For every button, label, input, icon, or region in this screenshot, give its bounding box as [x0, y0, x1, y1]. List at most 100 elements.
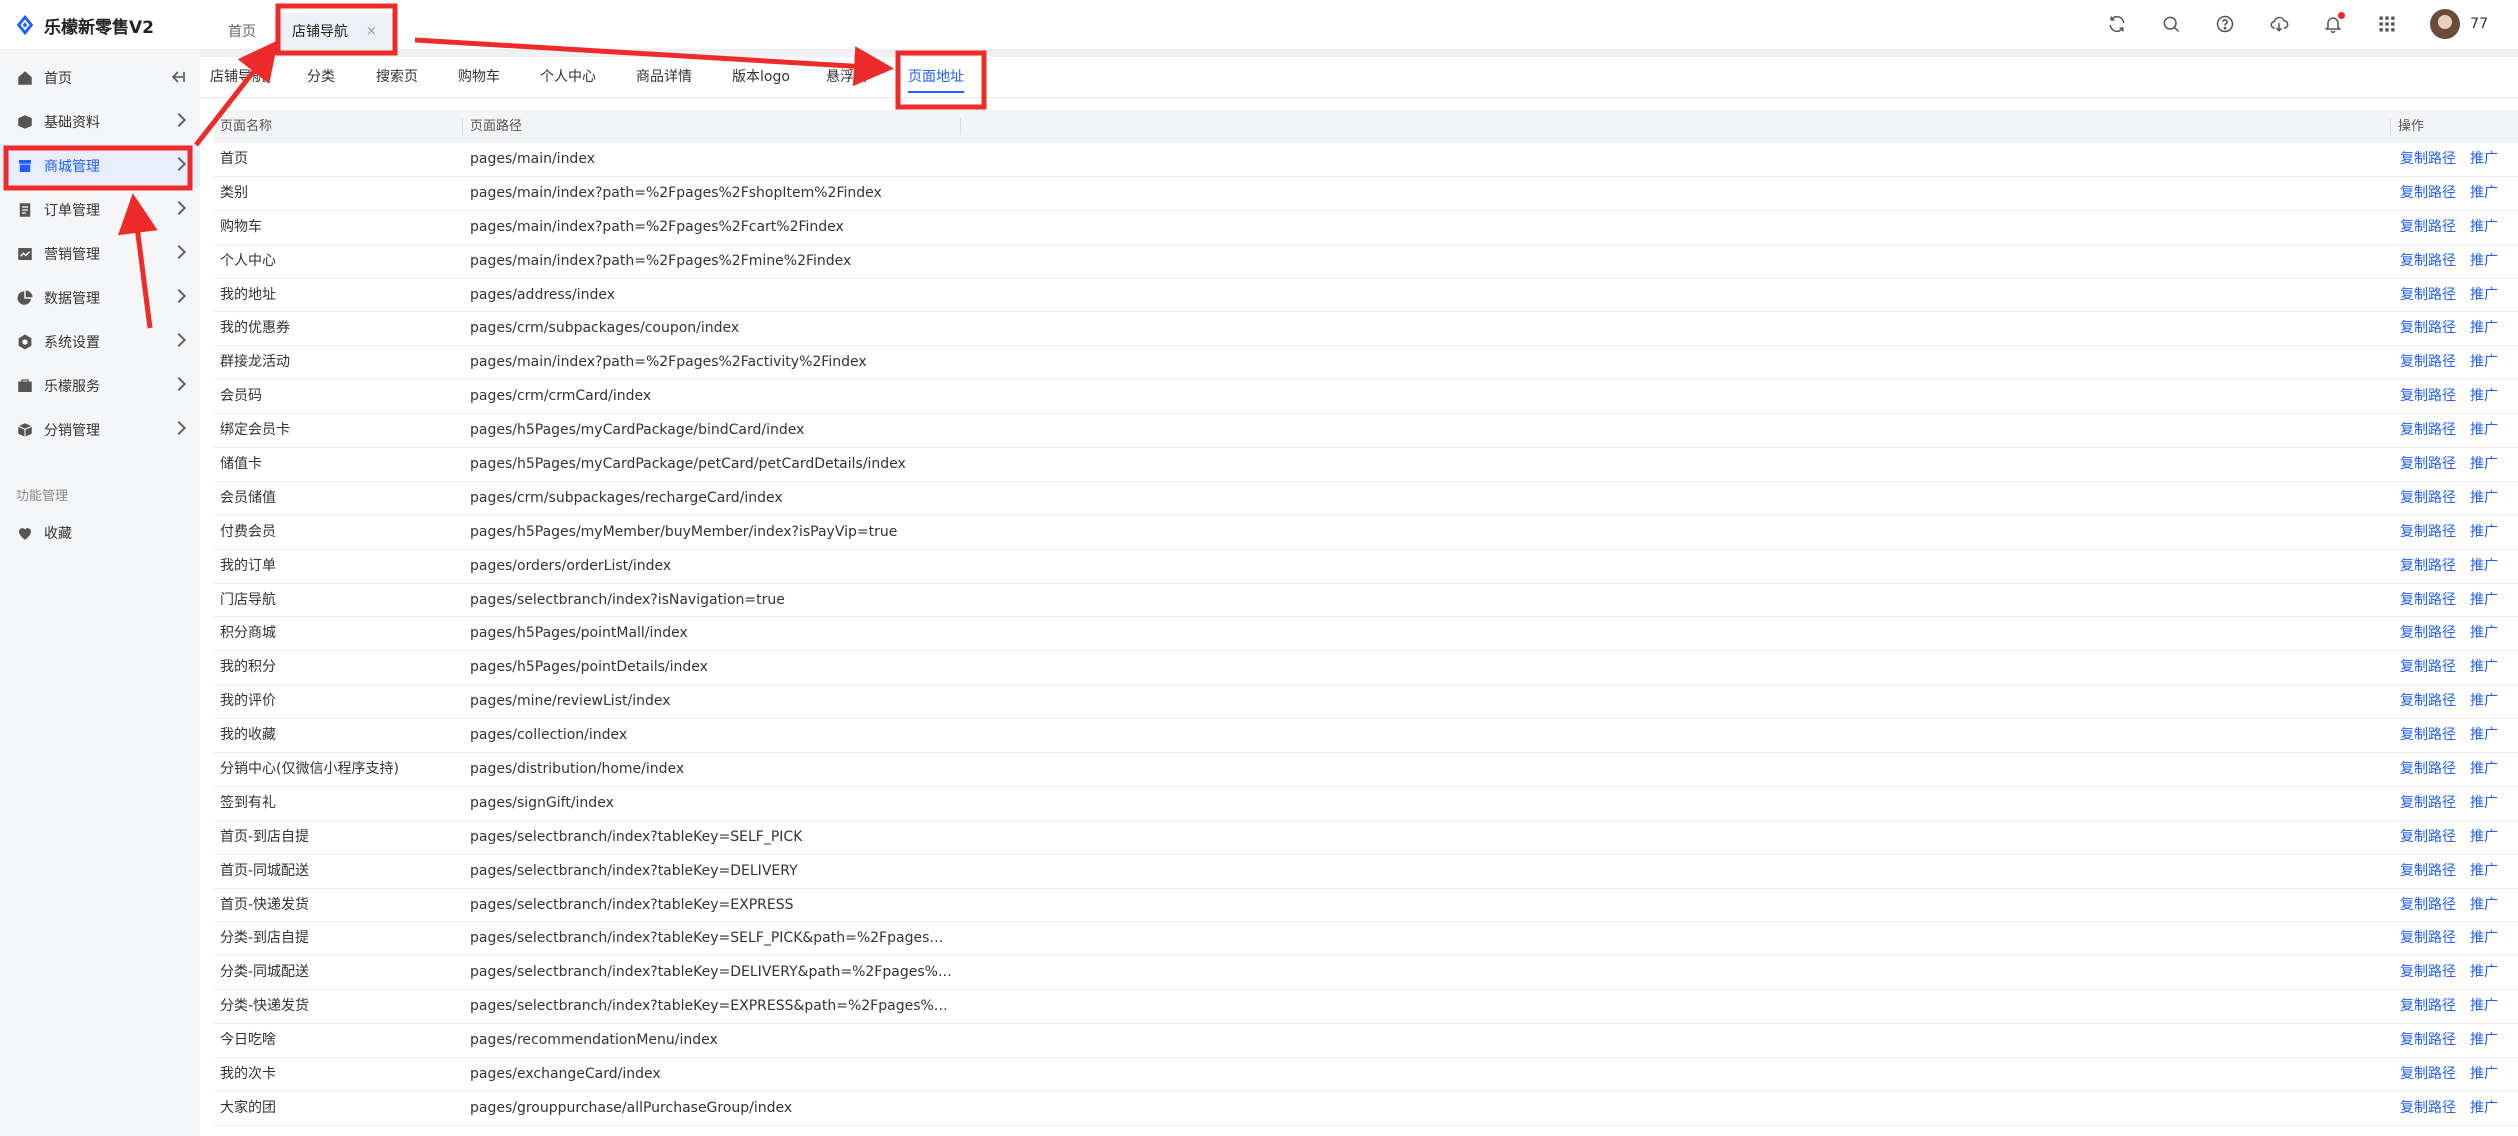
copy-path-link[interactable]: 复制路径: [2400, 1032, 2456, 1048]
sidebar-item-distribution[interactable]: 分销管理: [0, 408, 200, 452]
promote-link[interactable]: 推广: [2470, 1032, 2498, 1048]
promote-link[interactable]: 推广: [2470, 219, 2498, 235]
apps-grid-icon[interactable]: [2376, 13, 2398, 35]
copy-path-link[interactable]: 复制路径: [2400, 354, 2456, 370]
sidebar-item-basic-data[interactable]: 基础资料: [0, 100, 200, 144]
subtab-store-navigation[interactable]: 店铺导航: [210, 57, 266, 97]
copy-path-link[interactable]: 复制路径: [2400, 185, 2456, 201]
copy-path-link[interactable]: 复制路径: [2400, 693, 2456, 709]
copy-path-link[interactable]: 复制路径: [2400, 1066, 2456, 1082]
page-name-cell: 我的优惠券: [220, 320, 290, 337]
copy-path-link[interactable]: 复制路径: [2400, 490, 2456, 506]
copy-path-link[interactable]: 复制路径: [2400, 863, 2456, 879]
copy-path-link[interactable]: 复制路径: [2400, 930, 2456, 946]
copy-path-link[interactable]: 复制路径: [2400, 998, 2456, 1014]
promote-link[interactable]: 推广: [2470, 1100, 2498, 1116]
sidebar-item-system-settings[interactable]: 系统设置: [0, 320, 200, 364]
copy-path-link[interactable]: 复制路径: [2400, 829, 2456, 845]
subtab-floating-window[interactable]: 悬浮窗: [826, 57, 868, 97]
copy-path-link[interactable]: 复制路径: [2400, 795, 2456, 811]
help-icon[interactable]: [2214, 13, 2236, 35]
copy-path-link[interactable]: 复制路径: [2400, 320, 2456, 336]
copy-path-link[interactable]: 复制路径: [2400, 524, 2456, 540]
sidebar-item-data-management[interactable]: 数据管理: [0, 276, 200, 320]
tab-store-navigation[interactable]: 店铺导航 ×: [274, 13, 395, 49]
search-icon[interactable]: [2160, 13, 2182, 35]
copy-path-link[interactable]: 复制路径: [2400, 897, 2456, 913]
promote-link[interactable]: 推广: [2470, 863, 2498, 879]
sidebar-item-mall-management[interactable]: 商城管理: [0, 144, 200, 188]
subtab-page-address[interactable]: 页面地址: [908, 57, 964, 97]
promote-link[interactable]: 推广: [2470, 592, 2498, 608]
copy-path-link[interactable]: 复制路径: [2400, 287, 2456, 303]
copy-path-link[interactable]: 复制路径: [2400, 625, 2456, 641]
sidebar-item-label: 基础资料: [44, 115, 100, 131]
sidebar-item-marketing[interactable]: 营销管理: [0, 232, 200, 276]
sidebar-item-lemeng-service[interactable]: 乐檬服务: [0, 364, 200, 408]
subtab-personal-center[interactable]: 个人中心: [540, 57, 596, 97]
close-icon[interactable]: ×: [366, 24, 377, 39]
copy-path-link[interactable]: 复制路径: [2400, 151, 2456, 167]
bell-icon[interactable]: [2322, 12, 2346, 35]
copy-path-link[interactable]: 复制路径: [2400, 1100, 2456, 1116]
refresh-icon[interactable]: [2106, 13, 2128, 35]
promote-link[interactable]: 推广: [2470, 795, 2498, 811]
promote-link[interactable]: 推广: [2470, 693, 2498, 709]
copy-path-link[interactable]: 复制路径: [2400, 761, 2456, 777]
promote-link[interactable]: 推广: [2470, 625, 2498, 641]
copy-path-link[interactable]: 复制路径: [2400, 422, 2456, 438]
table-row: 绑定会员卡 pages/h5Pages/myCardPackage/bindCar…: [214, 414, 2518, 449]
promote-link[interactable]: 推广: [2470, 659, 2498, 675]
table-row: 分销中心(仅微信小程序支持) pages/distribution/home/in…: [214, 753, 2518, 787]
copy-path-link[interactable]: 复制路径: [2400, 659, 2456, 675]
page-name-cell: 群接龙活动: [220, 354, 290, 371]
promote-link[interactable]: 推广: [2470, 490, 2498, 506]
page-path-cell: pages/selectbranch/index?tableKey=DELIVE…: [470, 964, 956, 981]
subtab-version-logo[interactable]: 版本logo: [732, 57, 790, 97]
copy-path-link[interactable]: 复制路径: [2400, 253, 2456, 269]
promote-link[interactable]: 推广: [2470, 964, 2498, 980]
promote-link[interactable]: 推广: [2470, 897, 2498, 913]
subtab-product-detail[interactable]: 商品详情: [636, 57, 692, 97]
sidebar-item-order-management[interactable]: 订单管理: [0, 188, 200, 232]
promote-link[interactable]: 推广: [2470, 524, 2498, 540]
main-content: 店铺导航 分类 搜索页 购物车 个人中心 商品详情 版本logo 悬浮窗 页面地…: [200, 57, 2518, 1136]
page-name-cell: 个人中心: [220, 252, 276, 269]
subtab-cart[interactable]: 购物车: [458, 57, 500, 97]
copy-path-link[interactable]: 复制路径: [2400, 592, 2456, 608]
copy-path-link[interactable]: 复制路径: [2400, 219, 2456, 235]
brand[interactable]: 乐檬新零售V2: [14, 10, 154, 40]
promote-link[interactable]: 推广: [2470, 727, 2498, 743]
user-menu[interactable]: 77: [2430, 9, 2488, 39]
promote-link[interactable]: 推广: [2470, 930, 2498, 946]
cloud-download-icon[interactable]: [2268, 13, 2290, 35]
sidebar-item-favorites[interactable]: 收藏: [0, 511, 200, 555]
copy-path-link[interactable]: 复制路径: [2400, 388, 2456, 404]
table-row: 今日吃啥 pages/recommendationMenu/index 复制路径 推广: [214, 1024, 2518, 1059]
promote-link[interactable]: 推广: [2470, 151, 2498, 167]
promote-link[interactable]: 推广: [2470, 998, 2498, 1014]
page-path-cell: pages/main/index: [470, 151, 595, 167]
copy-path-link[interactable]: 复制路径: [2400, 558, 2456, 574]
promote-link[interactable]: 推广: [2470, 354, 2498, 370]
promote-link[interactable]: 推广: [2470, 185, 2498, 201]
copy-path-link[interactable]: 复制路径: [2400, 964, 2456, 980]
avatar[interactable]: [2430, 9, 2461, 39]
tab-home[interactable]: 首页: [210, 13, 274, 49]
copy-path-link[interactable]: 复制路径: [2400, 456, 2456, 472]
promote-link[interactable]: 推广: [2470, 287, 2498, 303]
promote-link[interactable]: 推广: [2470, 253, 2498, 269]
sidebar-item-home[interactable]: 首页: [0, 56, 200, 100]
collapse-sidebar-icon[interactable]: [170, 70, 186, 84]
promote-link[interactable]: 推广: [2470, 558, 2498, 574]
promote-link[interactable]: 推广: [2470, 456, 2498, 472]
promote-link[interactable]: 推广: [2470, 388, 2498, 404]
promote-link[interactable]: 推广: [2470, 422, 2498, 438]
promote-link[interactable]: 推广: [2470, 829, 2498, 845]
subtab-category[interactable]: 分类: [307, 57, 335, 97]
promote-link[interactable]: 推广: [2470, 320, 2498, 336]
copy-path-link[interactable]: 复制路径: [2400, 727, 2456, 743]
promote-link[interactable]: 推广: [2470, 761, 2498, 777]
subtab-search-page[interactable]: 搜索页: [376, 57, 418, 97]
promote-link[interactable]: 推广: [2470, 1066, 2498, 1082]
